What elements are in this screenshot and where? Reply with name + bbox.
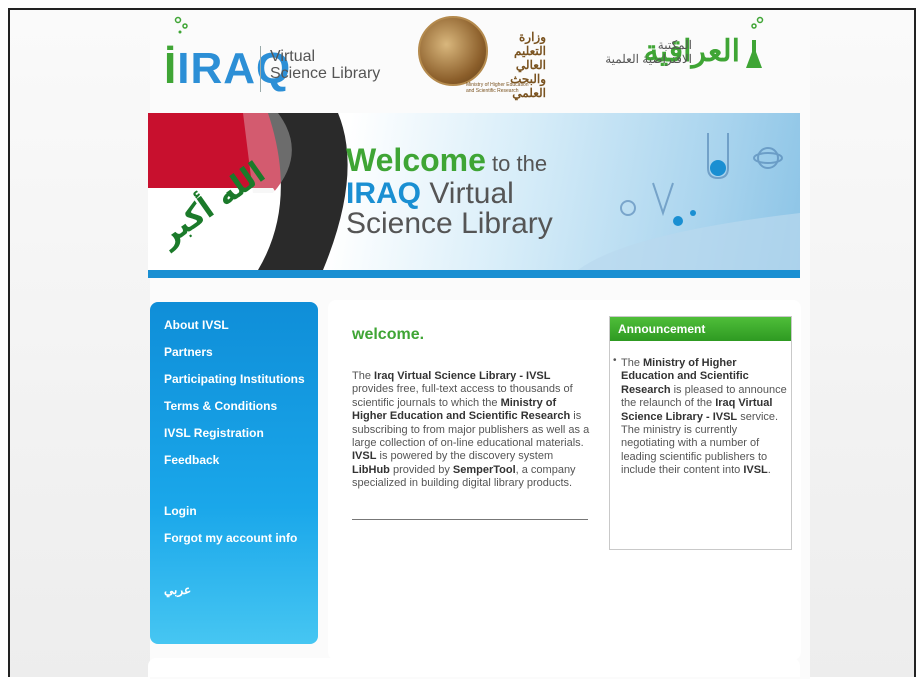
- sidebar-item-terms-conditions[interactable]: Terms & Conditions: [164, 399, 277, 413]
- arabic-logo-small-line2: الافتراضية العلمية: [605, 52, 692, 66]
- footer-panel: [148, 658, 800, 677]
- announcement-box: Announcement • The Ministry of Higher Ed…: [609, 316, 792, 550]
- banner-welcome-word: Welcome: [346, 142, 486, 178]
- intro-text-4: is powered by the discovery system: [376, 450, 554, 463]
- arabic-logo-small: المكتبة الافتراضية العلمية: [605, 38, 692, 66]
- logo-subtitle-line2: Science Library: [270, 65, 381, 82]
- sidebar-item-about-ivsl[interactable]: About IVSL: [164, 318, 229, 332]
- logo-subtitle-line1: Virtual: [270, 48, 316, 65]
- banner-welcome-text: Welcome to the IRAQ Virtual Science Libr…: [346, 142, 553, 240]
- bullet-icon: •: [613, 355, 617, 366]
- logo-divider: [260, 46, 261, 92]
- banner-virtual-word: Virtual: [421, 177, 514, 210]
- arabic-logo: العراقية المكتبة الافتراضية العلمية: [600, 14, 770, 100]
- sidebar-item-login[interactable]: Login: [164, 504, 197, 518]
- ann-text-3: service.: [737, 410, 779, 423]
- intro-paragraph: The Iraq Virtual Science Library - IVSL …: [352, 370, 590, 491]
- ann-text-1: The: [621, 357, 644, 369]
- banner-science-library: Science Library: [346, 207, 553, 240]
- intro-bold-sempertool: SemperTool: [452, 463, 516, 476]
- sidebar-item-feedback[interactable]: Feedback: [164, 453, 219, 467]
- intro-text-5: provided by: [389, 463, 453, 476]
- intro-bold-ivsl: IVSL: [352, 450, 377, 463]
- sidebar-item-ivsl-registration[interactable]: IVSL Registration: [164, 426, 264, 440]
- sidebar-item-partners[interactable]: Partners: [164, 345, 213, 359]
- welcome-banner: الله أكبر Welcome to the IRAQ Virtual Sc…: [148, 113, 800, 278]
- sidebar-item-participating-institutions[interactable]: Participating Institutions: [164, 372, 305, 386]
- arabic-logo-small-line1: المكتبة: [657, 38, 692, 52]
- content-divider: [352, 519, 588, 520]
- announcement-text: The Ministry of Higher Education and Sci…: [621, 357, 787, 478]
- sidebar-item-arabic[interactable]: عربي: [164, 583, 191, 597]
- flask-icon-right: [746, 16, 764, 68]
- sidebar-item-forgot-account[interactable]: Forgot my account info: [164, 531, 297, 545]
- page-title: welcome.: [352, 326, 425, 343]
- ministry-name-line1: وزارة التعليم العالي: [514, 30, 546, 72]
- intro-text-1: The: [352, 370, 375, 382]
- ministry-english-small: Ministry of Higher Education and Scienti…: [466, 82, 529, 94]
- ivsl-logo[interactable]: İIRAQ Virtual Science Library: [160, 14, 390, 100]
- sidebar-nav: About IVSL Partners Participating Instit…: [150, 302, 318, 644]
- ministry-seal: وزارة التعليم العالي والبحث العلمي Minis…: [418, 16, 546, 100]
- intro-bold-libhub: LibHub: [352, 463, 390, 476]
- logo-subtitle: Virtual Science Library: [270, 48, 380, 82]
- announcement-title: Announcement: [610, 317, 791, 341]
- banner-to-the: to the: [485, 151, 548, 176]
- seal-emblem-icon: [418, 16, 488, 86]
- intro-bold-ivsl-name: Iraq Virtual Science Library - IVSL: [374, 370, 551, 382]
- banner-iraq-word: IRAQ: [346, 177, 421, 210]
- ann-bold-ivsl: IVSL: [743, 464, 768, 477]
- ann-text-5: .: [767, 464, 771, 477]
